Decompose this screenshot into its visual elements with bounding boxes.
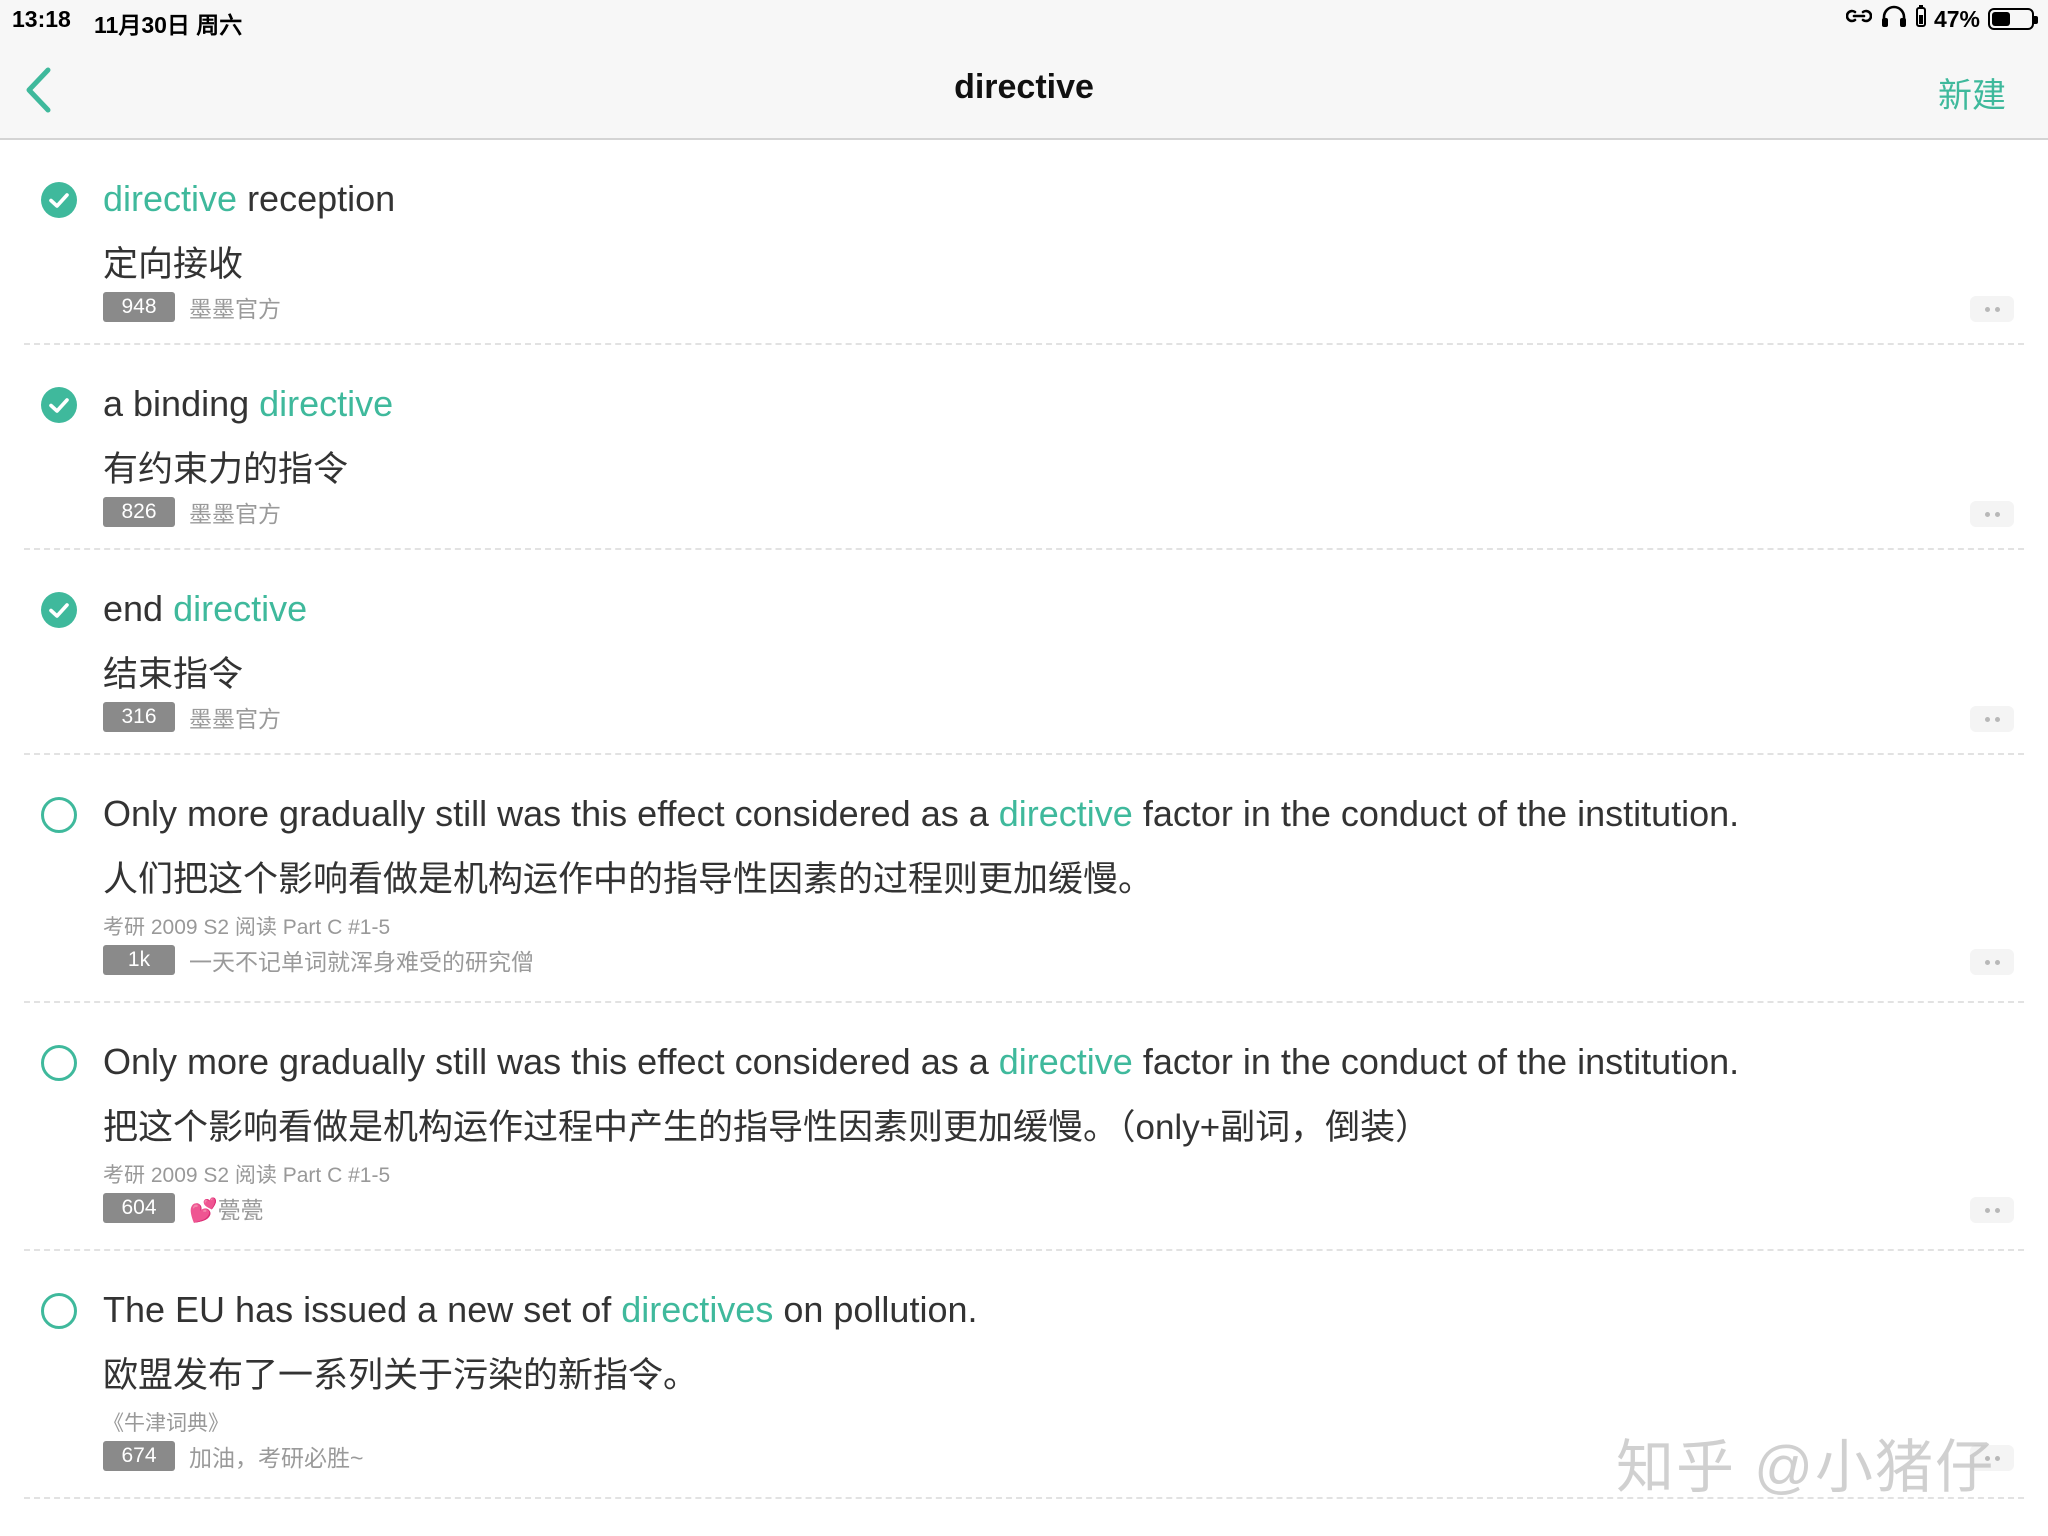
source-label: 《牛津词典》 bbox=[103, 1412, 229, 1435]
link-icon bbox=[1845, 5, 1873, 33]
more-options-button[interactable] bbox=[1970, 949, 2014, 975]
more-dot bbox=[1984, 1207, 1990, 1213]
chinese-translation: 欧盟发布了一系列关于污染的新指令。 bbox=[103, 1356, 699, 1395]
more-dot bbox=[1984, 716, 1990, 722]
chinese-translation: 有约束力的指令 bbox=[103, 450, 349, 489]
list-item[interactable]: Only more gradually still was this effec… bbox=[24, 1003, 2024, 1251]
checked-icon[interactable] bbox=[41, 182, 77, 218]
more-dot bbox=[1994, 1455, 2000, 1461]
list-item[interactable]: end directive 结束指令 316 墨墨官方 bbox=[24, 550, 2024, 755]
more-dot bbox=[1984, 511, 1990, 517]
sentence-text: factor in the conduct of the institution… bbox=[1132, 1041, 1740, 1082]
battery-percent: 47% bbox=[1933, 5, 1980, 32]
like-count-badge: 948 bbox=[103, 292, 175, 322]
status-bar: 13:18 11月30日 周六 47% bbox=[0, 0, 2048, 38]
highlighted-word: directives bbox=[621, 1289, 774, 1330]
status-time: 13:18 bbox=[12, 6, 71, 32]
nav-bar: directive 新建 bbox=[0, 38, 2048, 140]
item-meta: 674 加油，考研必胜~ bbox=[103, 1439, 363, 1473]
like-count-badge: 1k bbox=[103, 945, 175, 975]
more-dot bbox=[1984, 959, 1990, 965]
list-item[interactable]: a binding directive 有约束力的指令 826 墨墨官方 bbox=[24, 345, 2024, 550]
sentence-text: on pollution. bbox=[773, 1289, 978, 1330]
list-item[interactable]: directive reception 定向接收 948 墨墨官方 bbox=[24, 140, 2024, 345]
battery-icon bbox=[1988, 8, 2038, 30]
unchecked-circle-icon[interactable] bbox=[41, 797, 77, 833]
item-meta: 948 墨墨官方 bbox=[103, 290, 281, 324]
like-count-badge: 316 bbox=[103, 702, 175, 732]
page-title: directive bbox=[954, 68, 1094, 106]
more-dot bbox=[1994, 716, 2000, 722]
english-sentence: end directive bbox=[103, 588, 307, 630]
more-dot bbox=[1984, 306, 1990, 312]
sentence-text: a binding bbox=[103, 383, 260, 424]
chinese-translation: 人们把这个影响看做是机构运作中的指导性因素的过程则更加缓慢。 bbox=[103, 860, 1154, 899]
headphones-icon bbox=[1880, 4, 1908, 34]
sentence-text: factor in the conduct of the institution… bbox=[1132, 793, 1740, 834]
more-dot bbox=[1994, 959, 2000, 965]
english-sentence: directive reception bbox=[103, 178, 395, 220]
sentence-text: reception bbox=[237, 178, 396, 219]
author-name[interactable]: 加油，考研必胜~ bbox=[189, 1439, 363, 1473]
english-sentence: a binding directive bbox=[103, 383, 393, 425]
sentence-text: The EU has issued a new set of bbox=[103, 1289, 622, 1330]
checkmark-icon bbox=[49, 193, 69, 208]
english-sentence: Only more gradually still was this effec… bbox=[103, 793, 1739, 835]
more-dot bbox=[1994, 1207, 2000, 1213]
more-dot bbox=[1994, 306, 2000, 312]
highlighted-word: directive bbox=[103, 178, 238, 219]
item-meta: 1k 一天不记单词就浑身难受的研究僧 bbox=[103, 943, 534, 977]
battery-tip bbox=[2034, 16, 2038, 24]
item-meta: 604 💕甍甍 bbox=[103, 1191, 264, 1225]
highlighted-word: directive bbox=[998, 1041, 1133, 1082]
checked-icon[interactable] bbox=[41, 592, 77, 628]
more-options-button[interactable] bbox=[1970, 296, 2014, 322]
author-name[interactable]: 一天不记单词就浑身难受的研究僧 bbox=[189, 943, 534, 977]
example-list: directive reception 定向接收 948 墨墨官方 a bind… bbox=[0, 140, 2048, 1499]
chinese-translation: 定向接收 bbox=[103, 245, 244, 284]
highlighted-word: directive bbox=[998, 793, 1133, 834]
sentence-text: Only more gradually still was this effec… bbox=[103, 1041, 999, 1082]
like-count-badge: 826 bbox=[103, 497, 175, 527]
highlighted-word: directive bbox=[259, 383, 394, 424]
watermark: 知乎 @小猪仔 bbox=[1616, 1435, 1995, 1500]
status-indicators: 47% bbox=[1845, 4, 2038, 34]
sentence-text: end bbox=[103, 588, 174, 629]
battery-fill bbox=[1992, 12, 2010, 26]
checked-icon[interactable] bbox=[41, 387, 77, 423]
source-label: 考研 2009 S2 阅读 Part C #1-5 bbox=[103, 1164, 391, 1187]
more-options-button[interactable] bbox=[1970, 1197, 2014, 1223]
like-count-badge: 674 bbox=[103, 1441, 175, 1471]
highlighted-word: directive bbox=[173, 588, 308, 629]
checkmark-icon bbox=[49, 398, 69, 413]
mini-battery-icon bbox=[1915, 5, 1926, 33]
author-name[interactable]: 墨墨官方 bbox=[189, 495, 281, 529]
english-sentence: Only more gradually still was this effec… bbox=[103, 1041, 1739, 1083]
checkmark-icon bbox=[49, 603, 69, 618]
sentence-text: Only more gradually still was this effec… bbox=[103, 793, 999, 834]
new-button[interactable]: 新建 bbox=[1938, 68, 2006, 117]
status-date: 11月30日 周六 bbox=[94, 12, 243, 38]
like-count-badge: 604 bbox=[103, 1193, 175, 1223]
author-name[interactable]: 💕甍甍 bbox=[189, 1191, 264, 1225]
author-name[interactable]: 墨墨官方 bbox=[189, 700, 281, 734]
english-sentence: The EU has issued a new set of directive… bbox=[103, 1289, 978, 1331]
item-meta: 316 墨墨官方 bbox=[103, 700, 281, 734]
source-label: 考研 2009 S2 阅读 Part C #1-5 bbox=[103, 916, 391, 939]
more-dot bbox=[1994, 511, 2000, 517]
unchecked-circle-icon[interactable] bbox=[41, 1293, 77, 1329]
list-item[interactable]: Only more gradually still was this effec… bbox=[24, 755, 2024, 1003]
chinese-translation: 结束指令 bbox=[103, 655, 244, 694]
author-name[interactable]: 墨墨官方 bbox=[189, 290, 281, 324]
unchecked-circle-icon[interactable] bbox=[41, 1045, 77, 1081]
chinese-translation: 把这个影响看做是机构运作过程中产生的指导性因素则更加缓慢。（only+副词，倒装… bbox=[103, 1108, 1431, 1147]
more-options-button[interactable] bbox=[1970, 501, 2014, 527]
item-meta: 826 墨墨官方 bbox=[103, 495, 281, 529]
more-options-button[interactable] bbox=[1970, 706, 2014, 732]
